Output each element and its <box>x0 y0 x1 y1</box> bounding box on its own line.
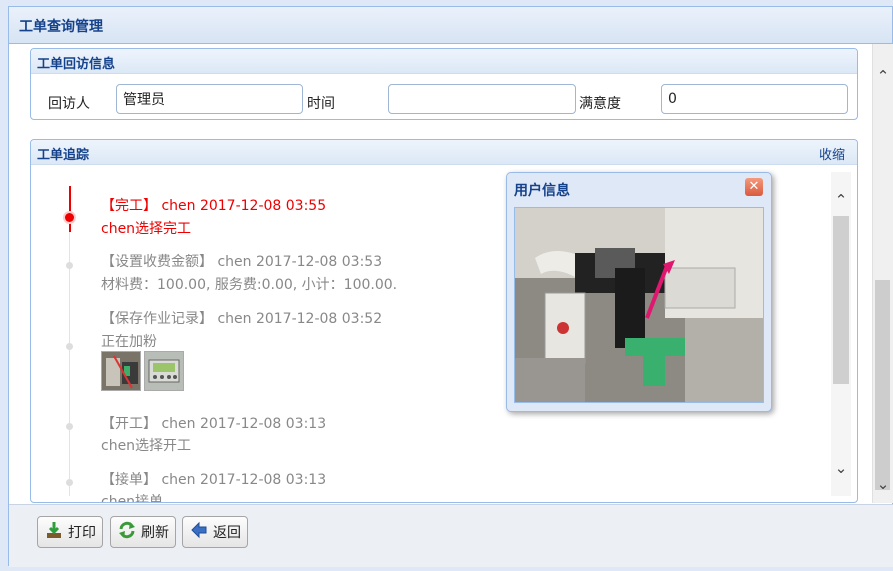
work-order-window: 工单查询管理 工单回访信息 回访人 时间 满意度 工单追踪 收缩 <box>8 6 893 567</box>
timeline-scrollbar[interactable]: ⌃ ⌄ <box>831 172 851 496</box>
visit-panel: 工单回访信息 回访人 时间 满意度 <box>30 48 858 120</box>
page-scrollbar[interactable]: ⌃ ⌄ <box>872 44 893 503</box>
tracking-panel-title: 工单追踪 <box>37 148 90 163</box>
visit-panel-title: 工单回访信息 <box>37 57 116 72</box>
event-head: 【保存作业记录】 chen 2017-12-08 03:52 <box>101 311 383 327</box>
back-button-label: 返回 <box>213 525 241 541</box>
visit-panel-header: 工单回访信息 <box>31 49 857 74</box>
close-icon[interactable]: ✕ <box>745 178 763 196</box>
visitor-input[interactable] <box>116 84 303 114</box>
page-scroll-up-icon[interactable]: ⌃ <box>873 66 893 86</box>
refresh-button[interactable]: 刷新 <box>110 516 176 548</box>
event-head: 【设置收费金额】 chen 2017-12-08 03:53 <box>101 254 383 270</box>
print-button[interactable]: 打印 <box>37 516 103 548</box>
satisfaction-label: 满意度 <box>579 96 621 112</box>
timeline-scrollbar-thumb[interactable] <box>833 216 849 384</box>
user-photo <box>514 207 764 403</box>
print-button-label: 打印 <box>68 525 96 541</box>
page-scroll-down-icon[interactable]: ⌄ <box>873 474 893 494</box>
window-title-bar: 工单查询管理 <box>9 7 892 44</box>
event-body: chen接单 <box>101 494 164 502</box>
timeline-line-active <box>69 186 71 232</box>
time-label: 时间 <box>307 96 335 112</box>
page-scrollbar-thumb[interactable] <box>875 280 890 490</box>
timeline-dot <box>66 262 73 269</box>
tracking-panel-header: 工单追踪 收缩 <box>31 140 857 165</box>
event-body: 正在加粉 <box>101 334 157 350</box>
download-icon <box>44 520 64 544</box>
timeline-dot <box>66 343 73 350</box>
scroll-down-icon[interactable]: ⌄ <box>831 458 851 478</box>
popup-title: 用户信息 <box>514 183 570 199</box>
event-body: chen选择完工 <box>101 221 192 237</box>
scroll-up-icon[interactable]: ⌃ <box>831 190 851 210</box>
event-body: chen选择开工 <box>101 438 192 454</box>
collapse-link[interactable]: 收缩 <box>819 144 845 163</box>
event-head: 【完工】 chen 2017-12-08 03:55 <box>101 198 327 214</box>
refresh-icon <box>117 520 137 544</box>
visitor-label: 回访人 <box>48 96 90 112</box>
timeline-dot <box>66 479 73 486</box>
time-input[interactable] <box>388 84 576 114</box>
timeline-line <box>69 186 70 496</box>
event-body: 材料费：100.00, 服务费:0.00, 小计：100.00. <box>101 277 398 293</box>
user-info-popup: 用户信息 ✕ <box>506 172 772 412</box>
window-content: 工单回访信息 回访人 时间 满意度 工单追踪 收缩 【完 <box>9 44 893 503</box>
timeline-dot <box>66 423 73 430</box>
satisfaction-input[interactable] <box>661 84 848 114</box>
back-button[interactable]: 返回 <box>182 516 248 548</box>
work-photo-thumbnail[interactable] <box>144 351 184 391</box>
work-photo-thumbnail[interactable] <box>101 351 141 391</box>
bottom-toolbar: 打印 刷新 返回 <box>9 504 893 567</box>
timeline-dot-active <box>65 213 74 222</box>
back-arrow-icon <box>189 520 209 544</box>
refresh-button-label: 刷新 <box>141 525 169 541</box>
event-head: 【开工】 chen 2017-12-08 03:13 <box>101 416 327 432</box>
window-title: 工单查询管理 <box>19 19 103 35</box>
event-head: 【接单】 chen 2017-12-08 03:13 <box>101 472 327 488</box>
